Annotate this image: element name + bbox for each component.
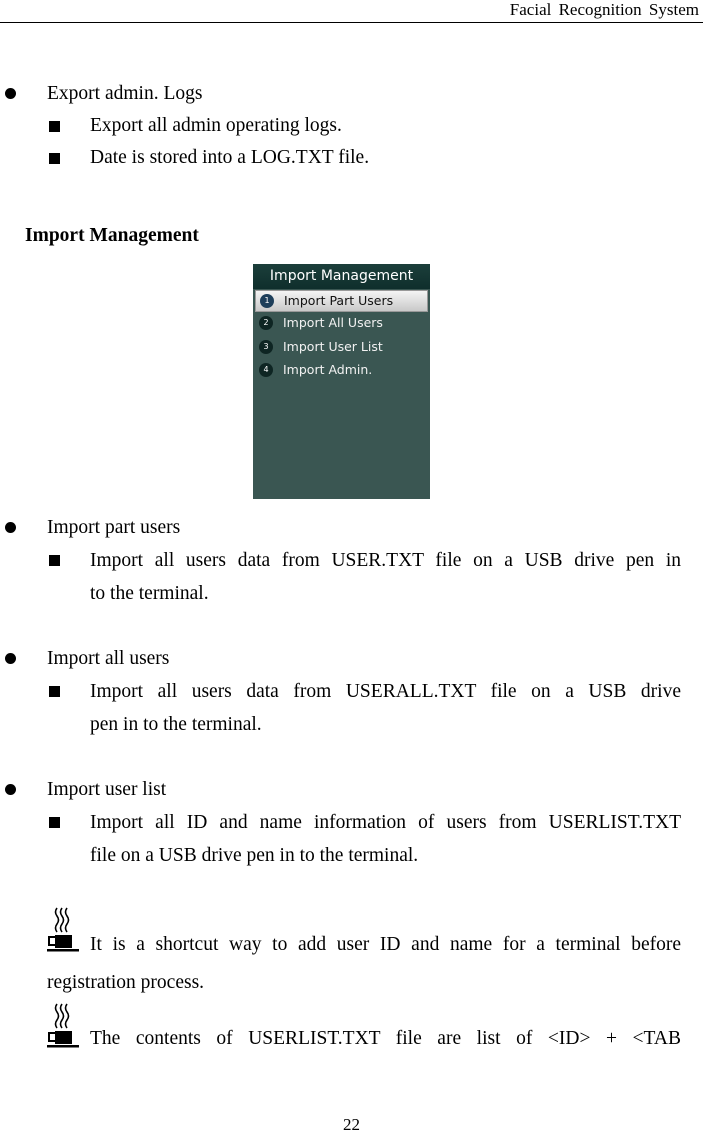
bullet-icon: [5, 784, 16, 795]
menu-item-label: Import All Users: [283, 315, 383, 330]
section-title-import-user-list: Import user list: [47, 779, 167, 800]
bullet-icon: [5, 653, 16, 664]
number-1-icon: 1: [260, 294, 274, 308]
device-screen-import-management: Import Management 1 Import Part Users 2 …: [253, 264, 430, 499]
square-bullet-icon: [49, 555, 60, 566]
square-bullet-icon: [49, 817, 60, 828]
page-header: Facial Recognition System: [0, 0, 703, 23]
section-title-import-all-users: Import all users: [47, 648, 170, 669]
square-bullet-icon: [49, 153, 60, 164]
coffee-cup-icon: [47, 1003, 79, 1048]
section-detail-cont: to the terminal.: [90, 583, 209, 604]
bullet-icon: [5, 88, 16, 99]
section-detail: Import all users data from USERALL.TXT f…: [90, 681, 681, 702]
header-title: Facial Recognition System: [509, 0, 699, 19]
page-number: 22: [343, 1115, 360, 1134]
section-title-export-admin-logs: Export admin. Logs: [47, 83, 203, 104]
note-text-cont: registration process.: [47, 972, 205, 993]
section-detail-cont: pen in to the terminal.: [90, 714, 262, 735]
section-detail: Import all ID and name information of us…: [90, 812, 681, 833]
export-item: Date is stored into a LOG.TXT file.: [90, 147, 370, 168]
menu-item-import-admin[interactable]: 4 Import Admin.: [255, 359, 428, 381]
square-bullet-icon: [49, 121, 60, 132]
section-detail: Import all users data from USER.TXT file…: [90, 550, 681, 571]
number-4-icon: 4: [259, 363, 273, 377]
export-item: Export all admin operating logs.: [90, 115, 342, 136]
bullet-icon: [5, 522, 16, 533]
number-2-icon: 2: [259, 316, 273, 330]
section-title-import-part-users: Import part users: [47, 517, 181, 538]
note-text: The contents of USERLIST.TXT file are li…: [90, 1028, 681, 1049]
square-bullet-icon: [49, 686, 60, 697]
section-detail-cont: file on a USB drive pen in to the termin…: [90, 845, 419, 866]
menu-item-import-user-list[interactable]: 3 Import User List: [255, 336, 428, 358]
menu-item-label: Import Part Users: [284, 293, 394, 308]
coffee-cup-icon: [47, 907, 79, 952]
menu-item-import-all-users[interactable]: 2 Import All Users: [255, 312, 428, 334]
screen-title: Import Management: [253, 264, 430, 289]
number-3-icon: 3: [259, 340, 273, 354]
menu-item-label: Import Admin.: [283, 362, 373, 377]
menu-item-label: Import User List: [283, 339, 383, 354]
menu-item-import-part-users[interactable]: 1 Import Part Users: [255, 290, 428, 312]
import-management-heading: Import Management: [25, 225, 199, 246]
note-text: It is a shortcut way to add user ID and …: [90, 934, 681, 955]
